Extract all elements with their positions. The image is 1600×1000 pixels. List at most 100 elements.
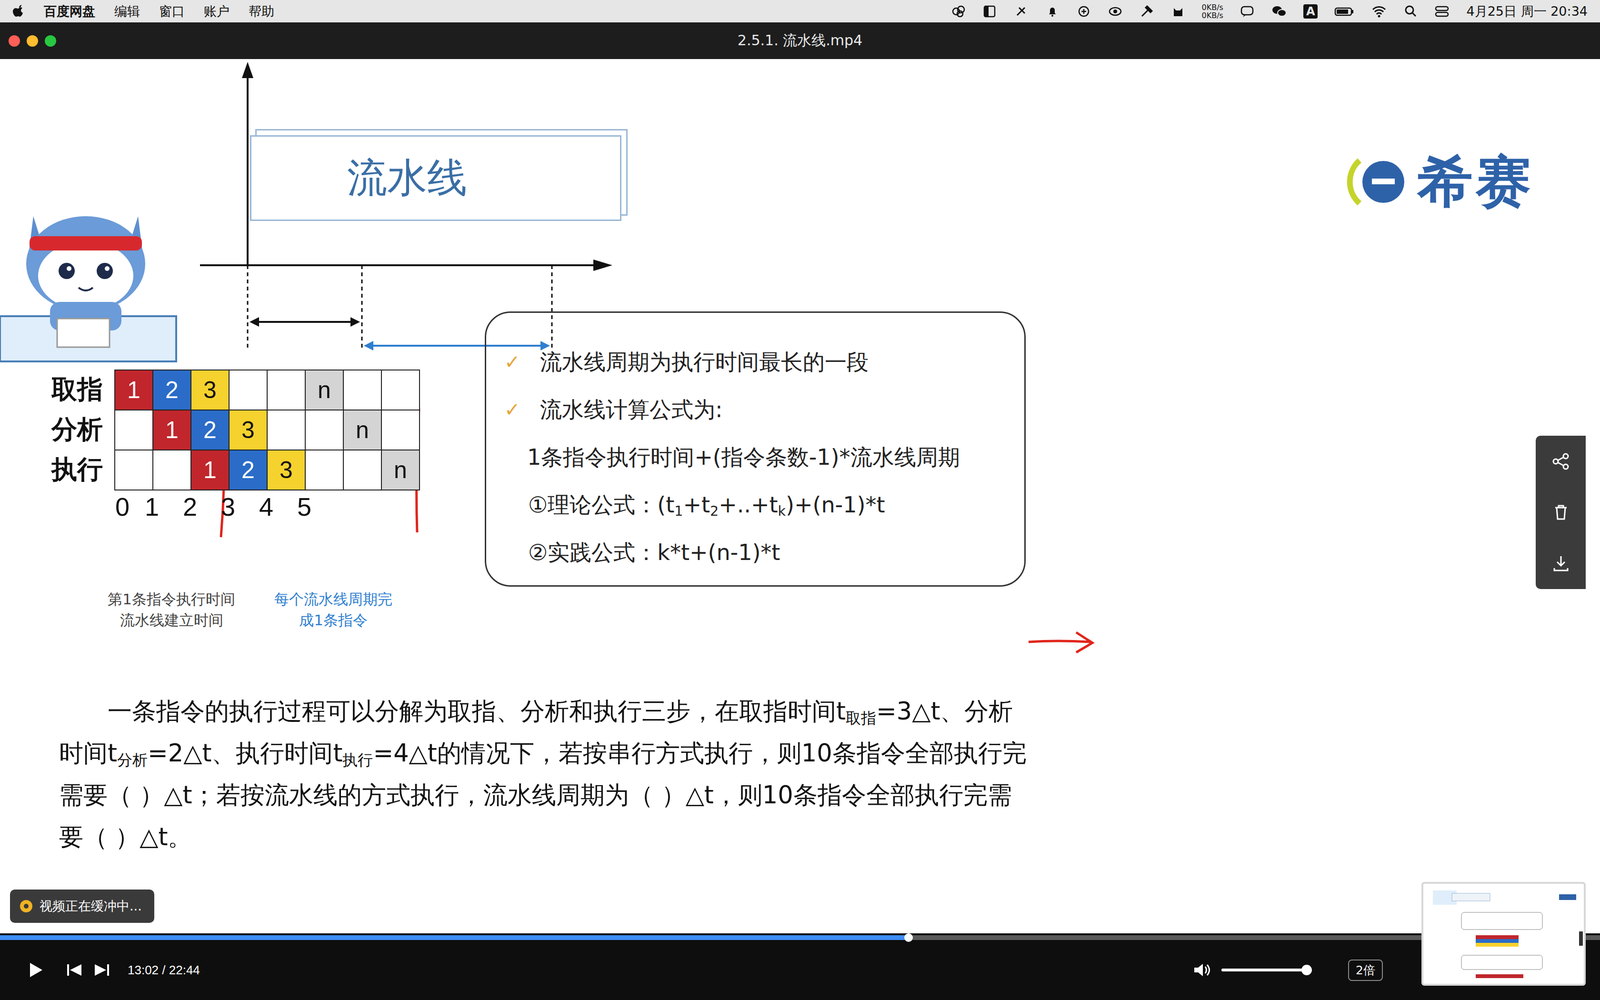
clock[interactable]: 4月25日 周一 20:34: [1466, 2, 1588, 20]
volume-icon[interactable]: [1192, 961, 1212, 979]
play-icon[interactable]: [27, 961, 44, 979]
check-mark: ✓: [504, 385, 540, 434]
sidebar-icon[interactable]: [981, 3, 998, 20]
pipeline-cell: [228, 369, 268, 411]
cell-text: 1: [127, 376, 141, 404]
menu-bar: 百度网盘编辑窗口账户帮助0KB/s0KB/sA4月25日 周一 20:34: [0, 0, 1600, 23]
speed-button[interactable]: 2倍: [1348, 959, 1383, 981]
pipeline-cell: [152, 449, 192, 491]
caption-line: 流水线建立时间: [90, 609, 253, 631]
logo-mark-icon: [1340, 150, 1412, 213]
menu-item[interactable]: 帮助: [248, 2, 275, 20]
brand-name: 希赛: [1417, 144, 1534, 220]
cloud-icon[interactable]: [950, 3, 966, 20]
control-row: 13:02 / 22:44 2倍: [0, 940, 1600, 1000]
video-frame: 流水线希赛取指123n分析123n执行123n012345第1条指令执行时间流水…: [0, 59, 1600, 934]
volume-track[interactable]: [1221, 968, 1312, 972]
menu-item[interactable]: 编辑: [114, 2, 140, 20]
note-text: 流水线计算公式为:: [540, 385, 723, 434]
pipeline-cell: [380, 369, 420, 411]
pipeline-cell: 1: [114, 369, 154, 411]
control-center-icon[interactable]: [1433, 3, 1450, 20]
app-menu[interactable]: 百度网盘: [43, 2, 96, 20]
brand-logo: 希赛: [1340, 144, 1534, 220]
note-line: ✓流水线计算公式为:: [486, 385, 1025, 434]
check-mark: ✓: [504, 338, 540, 386]
pipeline-cell: [380, 409, 420, 451]
share-icon[interactable]: [1551, 451, 1571, 471]
pipeline-cell: [342, 449, 382, 491]
volume-fill: [1221, 968, 1307, 972]
stage-label: 执行: [51, 455, 103, 484]
cell-text: 3: [203, 376, 217, 404]
download-icon[interactable]: [1551, 553, 1571, 573]
question-text: 一条指令的执行过程可以分解为取指、分析和执行三步，在取指时间t取指=3△t、分析…: [59, 690, 1031, 859]
stage-label: 取指: [51, 375, 103, 404]
pipeline-cell: [304, 449, 344, 491]
preview-thumbnail[interactable]: [1421, 881, 1586, 986]
text-run: =2△t、执行时间t: [147, 739, 343, 768]
hammer-icon[interactable]: [1139, 3, 1155, 20]
cell-text: 3: [241, 416, 255, 444]
pipeline-cell: 1: [152, 409, 192, 451]
text-run: +..+t: [718, 491, 778, 518]
apple-icon: [12, 4, 25, 19]
caption-cycle: 每个流水线周期完成1条指令: [252, 588, 415, 631]
wifi-icon[interactable]: [1370, 3, 1388, 20]
caption-line: 每个流水线周期完: [252, 588, 415, 610]
pipeline-cell: 2: [152, 369, 192, 411]
formula-line: 1条指令执行时间+(指令条数-1)*流水线周期: [486, 433, 1025, 481]
menu-item[interactable]: 账户: [203, 2, 230, 20]
text-run: 一条指令的执行过程可以分解为取指、分析和执行三步，在取指时间t: [107, 697, 846, 726]
cell-text: 3: [279, 456, 293, 484]
cell-text: n: [355, 416, 370, 444]
formula-box: ✓流水线周期为执行时间最长的一段✓流水线计算公式为:1条指令执行时间+(指令条数…: [484, 311, 1026, 587]
subscript: 2: [710, 503, 719, 520]
subscript: 执行: [342, 751, 373, 769]
axis-tick: 4: [259, 492, 274, 521]
progress-track[interactable]: [0, 935, 1600, 940]
pipeline-cell: [114, 409, 154, 451]
volume-knob[interactable]: [1301, 964, 1312, 976]
cell-text: n: [317, 376, 331, 404]
close-button[interactable]: [8, 35, 20, 47]
subscript: k: [778, 503, 787, 520]
axis-tick: 1: [144, 492, 160, 521]
axis-tick: 2: [182, 492, 198, 521]
thumbnail-content-icon: [1423, 883, 1584, 984]
progress-knob[interactable]: [904, 933, 913, 942]
status-area: 0KB/s0KB/sA4月25日 周一 20:34: [950, 2, 1588, 20]
search-icon[interactable]: [1403, 3, 1418, 20]
window-title: 2.5.1. 流水线.mp4: [737, 30, 863, 51]
previous-icon[interactable]: [65, 962, 83, 978]
caption-line: 成1条指令: [252, 609, 415, 631]
time-display: 13:02 / 22:44: [127, 962, 200, 978]
pipeline-cell: 3: [190, 369, 230, 411]
cell-text: 1: [203, 456, 217, 484]
window-controls: [8, 35, 738, 47]
text-run: ②实践公式：k*t+(n-1)*t: [528, 539, 780, 566]
menu-item[interactable]: 窗口: [159, 2, 185, 20]
side-action-panel: [1535, 435, 1586, 590]
pipeline-cell: n: [304, 369, 344, 411]
next-icon[interactable]: [93, 962, 111, 978]
tool-icon[interactable]: [1013, 3, 1029, 20]
pipeline-cell: n: [342, 409, 382, 451]
zoom-button[interactable]: [44, 35, 57, 47]
trash-icon[interactable]: [1551, 502, 1571, 522]
stage-label: 分析: [51, 415, 103, 444]
input-method[interactable]: A: [1303, 4, 1319, 19]
chat-icon[interactable]: [1239, 3, 1255, 20]
bell-icon[interactable]: [1044, 3, 1060, 20]
cat-icon[interactable]: [1170, 3, 1186, 20]
pipeline-cell: [342, 369, 382, 411]
cloud-sync-icon[interactable]: [1076, 3, 1092, 20]
text-run: +t: [682, 491, 710, 518]
wechat-icon[interactable]: [1270, 3, 1288, 20]
creative-icon[interactable]: [1107, 3, 1123, 20]
battery-icon[interactable]: [1333, 3, 1355, 20]
cell-text: 2: [241, 456, 255, 484]
note-line: ✓流水线周期为执行时间最长的一段: [486, 338, 1025, 386]
minimize-button[interactable]: [26, 35, 39, 47]
practice-formula: ②实践公式：k*t+(n-1)*t: [486, 528, 1025, 577]
